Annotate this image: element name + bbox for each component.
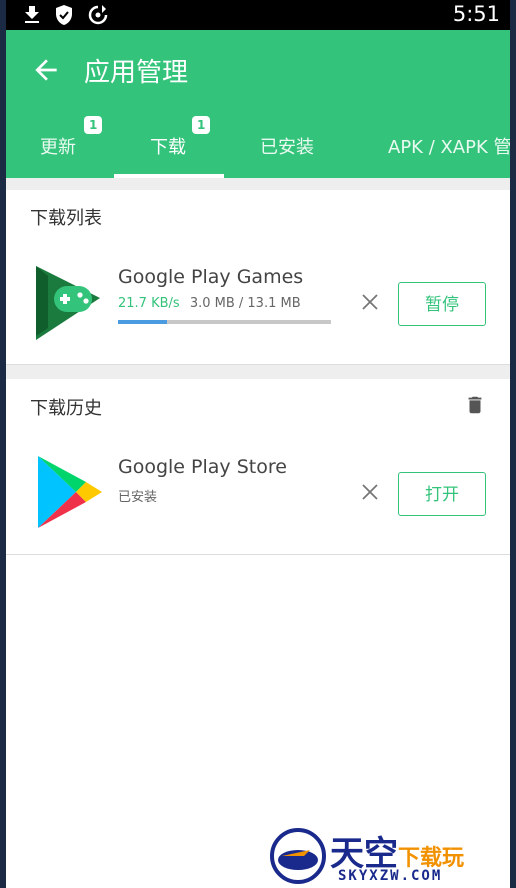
sync-icon [88, 5, 108, 25]
tab-installed[interactable]: 已安装 [224, 116, 352, 178]
watermark-logo: 天空下载玩 SKYXZW.COM [270, 826, 516, 888]
trash-icon[interactable] [464, 394, 486, 416]
watermark-emblem [270, 828, 326, 884]
section-separator [6, 365, 510, 379]
arrow-left-icon[interactable] [30, 54, 62, 86]
page-title: 应用管理 [84, 58, 189, 88]
open-button[interactable]: 打开 [398, 472, 486, 516]
app-name: Google Play Store [118, 456, 287, 478]
close-icon[interactable] [360, 482, 380, 502]
download-history-title: 下载历史 [30, 398, 102, 419]
google-play-games-icon [36, 266, 100, 340]
pause-button[interactable]: 暂停 [398, 282, 486, 326]
tab-bar: 更新 1 下载 1 已安装 APK / XAPK 管 [6, 116, 510, 178]
status-bar: 5:51 [6, 0, 510, 30]
install-status: 已安装 [118, 490, 158, 505]
clock: 5:51 [452, 2, 500, 26]
tab-apk-xapk[interactable]: APK / XAPK 管 [352, 116, 510, 178]
tab-label: 更新 [40, 137, 76, 158]
tab-label: 已安装 [260, 137, 314, 158]
tab-divider [6, 178, 510, 190]
download-progress-bar [118, 320, 331, 324]
app-name: Google Play Games [118, 266, 304, 288]
close-icon[interactable] [360, 292, 380, 312]
download-meta: 21.7 KB/s 3.0 MB / 13.1 MB [118, 296, 301, 311]
screen: 5:51 应用管理 更新 1 下载 1 已安装 APK / XAPK 管 下载列… [6, 0, 510, 888]
google-play-store-icon [38, 456, 102, 528]
tab-label: APK / XAPK 管 [388, 137, 510, 158]
download-progress-fill [118, 320, 167, 324]
tab-badge: 1 [192, 116, 211, 134]
app-bar: 应用管理 更新 1 下载 1 已安装 APK / XAPK 管 [6, 30, 510, 178]
download-icon [25, 6, 39, 23]
download-speed: 21.7 KB/s [118, 296, 180, 311]
watermark-url: SKYXZW.COM [338, 868, 443, 884]
tab-badge: 1 [84, 116, 103, 134]
download-size: 3.0 MB / 13.1 MB [189, 296, 301, 311]
shield-check-icon [56, 5, 72, 25]
list-item[interactable]: Google Play Games 21.7 KB/s 3.0 MB / 13.… [6, 256, 510, 346]
download-list-title: 下载列表 [30, 208, 102, 229]
tab-downloads[interactable]: 下载 1 [114, 116, 224, 178]
airplane-icon [278, 850, 318, 870]
tab-updates[interactable]: 更新 1 [6, 116, 114, 178]
list-item[interactable]: Google Play Store 已安装 打开 [6, 446, 510, 536]
divider [6, 554, 510, 555]
tab-label: 下载 [150, 137, 186, 158]
